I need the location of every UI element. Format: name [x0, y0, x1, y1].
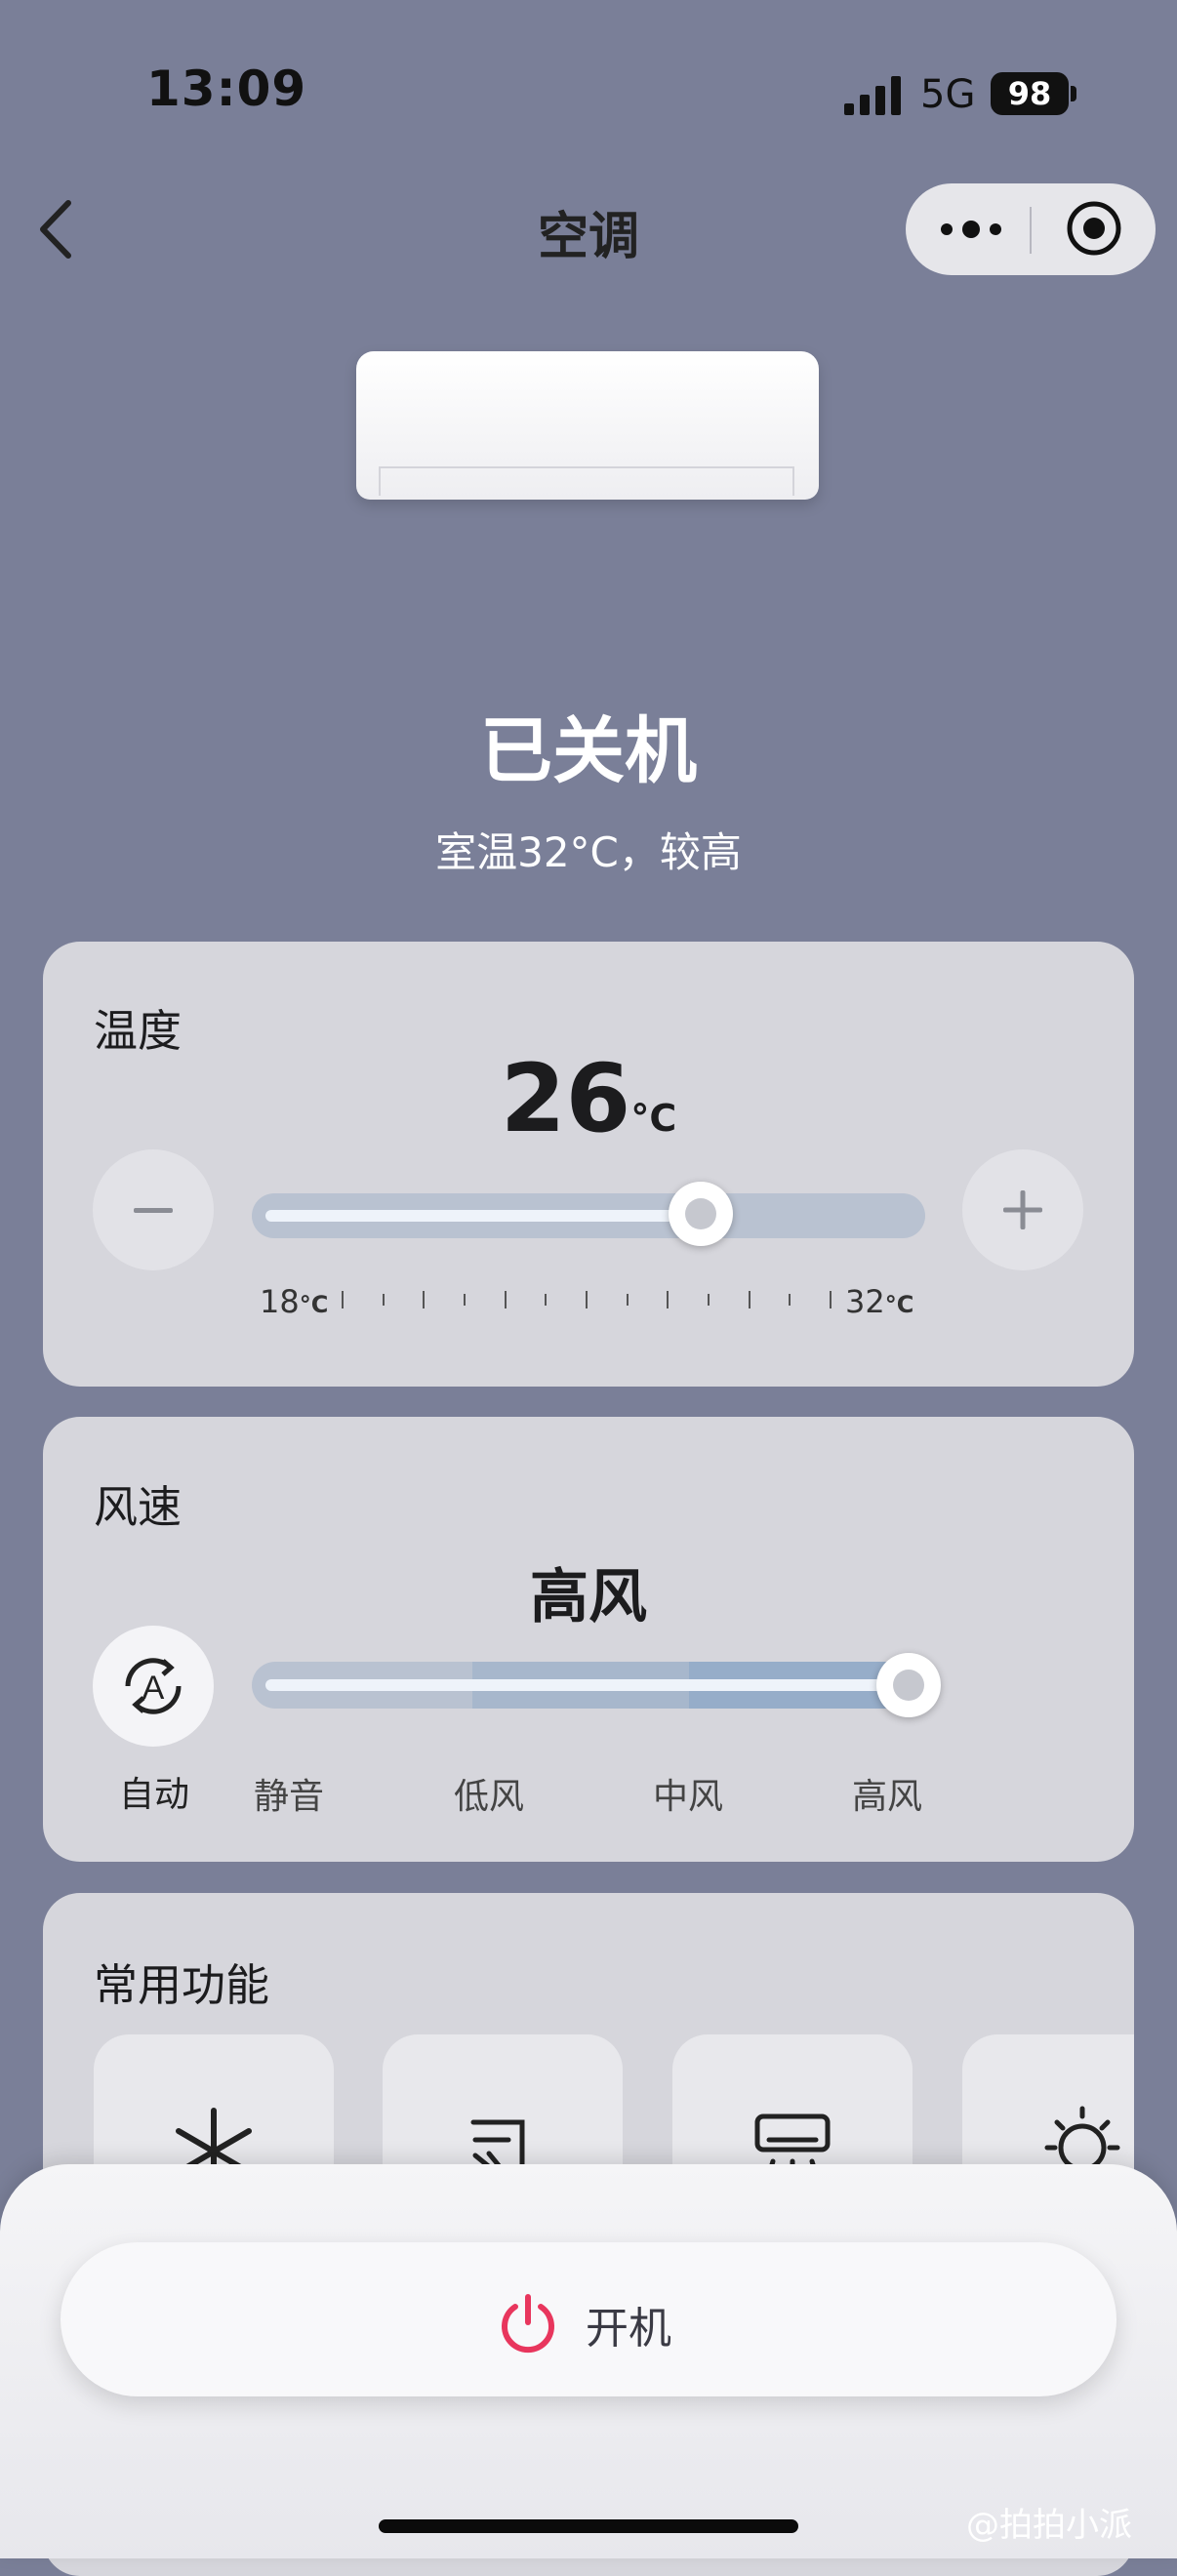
- auto-fan-button[interactable]: A: [93, 1626, 214, 1747]
- battery-tip: [1071, 86, 1076, 101]
- ac-unit-image: [356, 351, 819, 500]
- auto-mode-icon: A: [125, 1658, 182, 1714]
- fan-level-medium[interactable]: 中风: [653, 1768, 723, 1819]
- temperature-value: 26°C: [0, 1044, 1177, 1153]
- temperature-tick: [423, 1291, 426, 1308]
- ac-vent-line: [379, 466, 794, 468]
- plus-icon: [1003, 1190, 1042, 1229]
- device-state: 已关机: [480, 709, 697, 793]
- temperature-card: [43, 942, 1134, 1387]
- increase-temp-button[interactable]: [962, 1149, 1083, 1270]
- temperature-tick: [830, 1291, 832, 1308]
- temperature-tick: [342, 1291, 344, 1308]
- svg-text:A: A: [142, 1670, 165, 1707]
- fan-slider-fill: [265, 1679, 910, 1691]
- fan-speed-title: 风速: [94, 1481, 183, 1533]
- home-indicator[interactable]: [379, 2519, 798, 2533]
- temperature-slider-fill: [265, 1210, 701, 1222]
- ac-vent-edge: [792, 466, 794, 496]
- room-temperature: 室温32°C，较高: [435, 828, 742, 876]
- temperature-tick: [708, 1294, 710, 1306]
- temperature-tick: [382, 1294, 385, 1306]
- temperature-tick: [586, 1291, 588, 1308]
- signal-icon: [844, 76, 901, 115]
- temperature-tick: [545, 1294, 548, 1306]
- temperature-slider-thumb[interactable]: [669, 1182, 733, 1246]
- temperature-tick: [504, 1291, 507, 1308]
- capsule-divider: [1030, 207, 1032, 254]
- temperature-unit: °C: [630, 1097, 677, 1140]
- temperature-tick: [789, 1294, 791, 1306]
- fan-slider-thumb[interactable]: [876, 1653, 941, 1717]
- fan-speed-value: 高风: [530, 1563, 647, 1631]
- fan-level-low[interactable]: 低风: [454, 1768, 524, 1819]
- network-label: 5G: [920, 72, 976, 117]
- temperature-tick: [667, 1291, 670, 1308]
- fan-level-silent[interactable]: 静音: [254, 1768, 324, 1819]
- temperature-max-label: 32°C: [845, 1283, 914, 1320]
- close-miniprogram-icon[interactable]: [1064, 198, 1124, 259]
- thumb-center: [893, 1670, 924, 1701]
- auto-fan-label: 自动: [119, 1775, 190, 1815]
- ac-vent-edge: [379, 466, 381, 496]
- battery-indicator: 98: [991, 72, 1069, 115]
- temperature-tick: [464, 1294, 466, 1306]
- power-on-label: 开机: [586, 2304, 671, 2354]
- watermark: @拍拍小派: [966, 2506, 1132, 2545]
- temperature-tick: [748, 1291, 751, 1308]
- status-time: 13:09: [146, 60, 307, 117]
- fan-level-high[interactable]: 高风: [852, 1768, 922, 1819]
- decrease-temp-button[interactable]: [93, 1149, 214, 1270]
- thumb-center: [685, 1198, 716, 1229]
- temperature-min-label: 18°C: [260, 1283, 329, 1320]
- temperature-number: 26: [500, 1044, 631, 1153]
- temperature-tick: [626, 1294, 629, 1306]
- more-icon[interactable]: [937, 205, 1005, 254]
- common-functions-title: 常用功能: [94, 1959, 270, 2011]
- fan-speed-card: [43, 1417, 1134, 1862]
- power-icon: [502, 2294, 554, 2354]
- minus-icon: [134, 1208, 173, 1213]
